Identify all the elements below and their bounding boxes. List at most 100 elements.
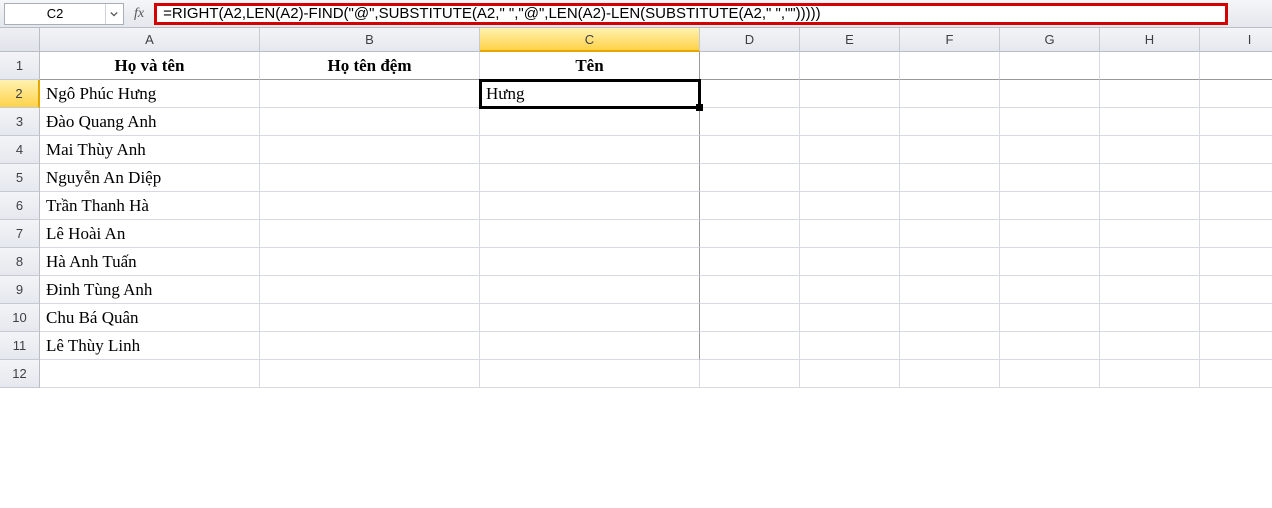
- cell-C3[interactable]: [480, 108, 700, 136]
- cell-I10[interactable]: [1200, 304, 1272, 332]
- cell-B10[interactable]: [260, 304, 480, 332]
- cell-D2[interactable]: [700, 80, 800, 108]
- cell-C10[interactable]: [480, 304, 700, 332]
- row-header-3[interactable]: 3: [0, 108, 40, 136]
- row-header-5[interactable]: 5: [0, 164, 40, 192]
- cell-I5[interactable]: [1200, 164, 1272, 192]
- cell-C7[interactable]: [480, 220, 700, 248]
- cell-B5[interactable]: [260, 164, 480, 192]
- col-header-D[interactable]: D: [700, 28, 800, 52]
- cell-B8[interactable]: [260, 248, 480, 276]
- cell-A12[interactable]: [40, 360, 260, 388]
- name-box[interactable]: [5, 6, 105, 21]
- cell-C4[interactable]: [480, 136, 700, 164]
- cell-C12[interactable]: [480, 360, 700, 388]
- cell-G4[interactable]: [1000, 136, 1100, 164]
- cell-G9[interactable]: [1000, 276, 1100, 304]
- row-header-12[interactable]: 12: [0, 360, 40, 388]
- cell-A6[interactable]: Trần Thanh Hà: [40, 192, 260, 220]
- cell-H2[interactable]: [1100, 80, 1200, 108]
- col-header-C[interactable]: C: [480, 28, 700, 52]
- cell-B4[interactable]: [260, 136, 480, 164]
- cell-I6[interactable]: [1200, 192, 1272, 220]
- cell-C2[interactable]: Hưng: [480, 80, 700, 108]
- cell-C6[interactable]: [480, 192, 700, 220]
- cell-G7[interactable]: [1000, 220, 1100, 248]
- cell-F8[interactable]: [900, 248, 1000, 276]
- cell-F10[interactable]: [900, 304, 1000, 332]
- cell-D12[interactable]: [700, 360, 800, 388]
- cell-B12[interactable]: [260, 360, 480, 388]
- cell-G10[interactable]: [1000, 304, 1100, 332]
- cell-D4[interactable]: [700, 136, 800, 164]
- cell-B11[interactable]: [260, 332, 480, 360]
- cell-I8[interactable]: [1200, 248, 1272, 276]
- cell-D1[interactable]: [700, 52, 800, 80]
- col-header-A[interactable]: A: [40, 28, 260, 52]
- row-header-10[interactable]: 10: [0, 304, 40, 332]
- row-header-9[interactable]: 9: [0, 276, 40, 304]
- cell-G2[interactable]: [1000, 80, 1100, 108]
- col-header-I[interactable]: I: [1200, 28, 1272, 52]
- cell-H9[interactable]: [1100, 276, 1200, 304]
- cell-I7[interactable]: [1200, 220, 1272, 248]
- cell-E1[interactable]: [800, 52, 900, 80]
- formula-input[interactable]: [161, 4, 1221, 23]
- cell-A11[interactable]: Lê Thùy Linh: [40, 332, 260, 360]
- cell-I9[interactable]: [1200, 276, 1272, 304]
- cell-I2[interactable]: [1200, 80, 1272, 108]
- col-header-F[interactable]: F: [900, 28, 1000, 52]
- cell-E4[interactable]: [800, 136, 900, 164]
- cell-H10[interactable]: [1100, 304, 1200, 332]
- cell-C5[interactable]: [480, 164, 700, 192]
- name-box-dropdown[interactable]: [105, 4, 121, 24]
- cell-E5[interactable]: [800, 164, 900, 192]
- cell-E7[interactable]: [800, 220, 900, 248]
- col-header-E[interactable]: E: [800, 28, 900, 52]
- cell-I11[interactable]: [1200, 332, 1272, 360]
- col-header-B[interactable]: B: [260, 28, 480, 52]
- cell-H3[interactable]: [1100, 108, 1200, 136]
- row-header-8[interactable]: 8: [0, 248, 40, 276]
- cell-G3[interactable]: [1000, 108, 1100, 136]
- cell-F4[interactable]: [900, 136, 1000, 164]
- cell-H1[interactable]: [1100, 52, 1200, 80]
- cell-G8[interactable]: [1000, 248, 1100, 276]
- cell-A7[interactable]: Lê Hoài An: [40, 220, 260, 248]
- cell-F5[interactable]: [900, 164, 1000, 192]
- cell-I4[interactable]: [1200, 136, 1272, 164]
- cell-F11[interactable]: [900, 332, 1000, 360]
- cell-G6[interactable]: [1000, 192, 1100, 220]
- cell-F12[interactable]: [900, 360, 1000, 388]
- cell-A9[interactable]: Đinh Tùng Anh: [40, 276, 260, 304]
- cell-D6[interactable]: [700, 192, 800, 220]
- row-header-11[interactable]: 11: [0, 332, 40, 360]
- cell-D5[interactable]: [700, 164, 800, 192]
- cell-H11[interactable]: [1100, 332, 1200, 360]
- cell-H5[interactable]: [1100, 164, 1200, 192]
- fx-icon[interactable]: fx: [130, 6, 148, 22]
- cell-A8[interactable]: Hà Anh Tuấn: [40, 248, 260, 276]
- cell-F6[interactable]: [900, 192, 1000, 220]
- cell-I12[interactable]: [1200, 360, 1272, 388]
- cell-B3[interactable]: [260, 108, 480, 136]
- cell-C1[interactable]: Tên: [480, 52, 700, 80]
- cell-B6[interactable]: [260, 192, 480, 220]
- col-header-G[interactable]: G: [1000, 28, 1100, 52]
- cell-F7[interactable]: [900, 220, 1000, 248]
- cell-G12[interactable]: [1000, 360, 1100, 388]
- cell-D10[interactable]: [700, 304, 800, 332]
- cell-B1[interactable]: Họ tên đệm: [260, 52, 480, 80]
- cell-A1[interactable]: Họ và tên: [40, 52, 260, 80]
- cell-A10[interactable]: Chu Bá Quân: [40, 304, 260, 332]
- cell-D7[interactable]: [700, 220, 800, 248]
- cell-B9[interactable]: [260, 276, 480, 304]
- row-header-1[interactable]: 1: [0, 52, 40, 80]
- cell-I3[interactable]: [1200, 108, 1272, 136]
- cell-C9[interactable]: [480, 276, 700, 304]
- col-header-H[interactable]: H: [1100, 28, 1200, 52]
- cell-E3[interactable]: [800, 108, 900, 136]
- cell-E12[interactable]: [800, 360, 900, 388]
- cell-B2[interactable]: [260, 80, 480, 108]
- cell-G1[interactable]: [1000, 52, 1100, 80]
